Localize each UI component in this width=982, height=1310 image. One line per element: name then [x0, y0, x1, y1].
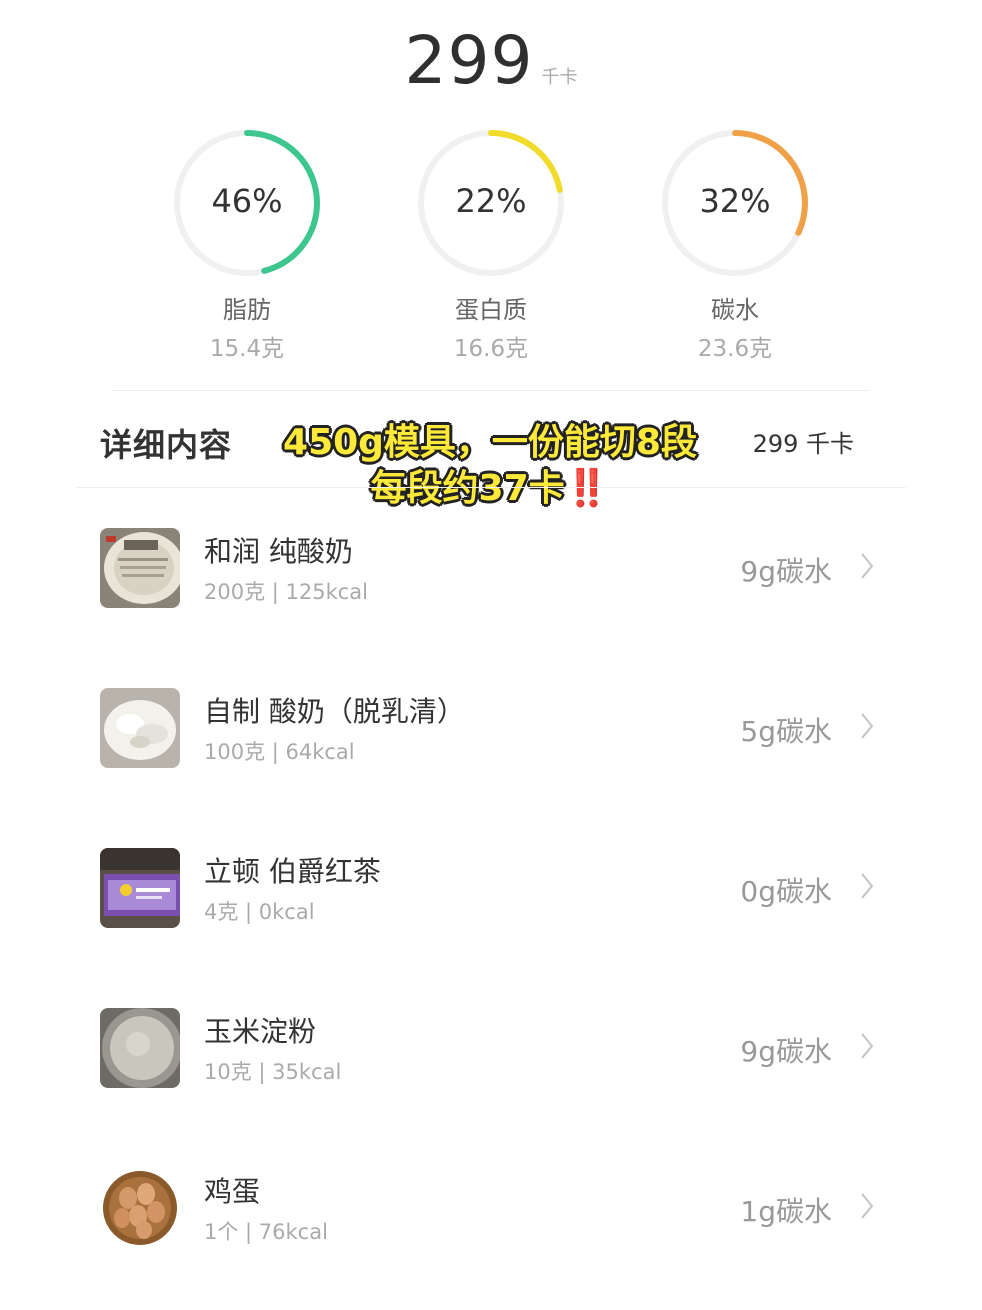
caption-line-1: 450g模具，一份能切8段 [283, 422, 697, 463]
chevron-right-icon [861, 873, 874, 899]
caption-line-2: 每段约37卡 [370, 468, 565, 509]
food-item-amount: 10克 | 35kcal [204, 1060, 342, 1084]
yogurt-cup-image [100, 528, 180, 608]
macro-fat-percent: 46% [211, 182, 283, 220]
chevron-right-icon [861, 1193, 874, 1219]
total-calories-unit: 千卡 [541, 67, 578, 88]
food-item-corn-starch[interactable]: 玉米淀粉 10克 | 35kcal 9g碳水 [100, 1008, 880, 1088]
food-item-homemade-yogurt[interactable]: 自制 酸奶（脱乳清） 100克 | 64kcal 5g碳水 [100, 688, 880, 768]
food-item-carbs: 9g碳水 [740, 1035, 832, 1068]
section-divider [112, 390, 870, 391]
macro-protein-percent: 22% [455, 182, 527, 220]
food-item-carbs: 1g碳水 [740, 1195, 832, 1228]
details-total-calories: 299 千卡 [752, 430, 854, 458]
macro-protein: 22% 蛋白质 16.6克 [416, 128, 566, 363]
food-item-amount: 4克 | 0kcal [204, 900, 315, 924]
corn-starch-image [100, 1008, 180, 1088]
macro-protein-grams: 16.6克 [453, 336, 529, 362]
food-item-carbs: 0g碳水 [740, 875, 832, 908]
food-item-carbs: 9g碳水 [740, 555, 832, 588]
macro-carbs: 32% 碳水 23.6克 [660, 128, 810, 363]
food-item-name: 和润 纯酸奶 [204, 535, 353, 568]
chevron-right-icon [861, 553, 874, 579]
food-item-amount: 1个 | 76kcal [204, 1220, 328, 1244]
chevron-right-icon [861, 1033, 874, 1059]
double-exclamation-icon: ‼️ [564, 468, 610, 509]
food-item-yogurt[interactable]: 和润 纯酸奶 200克 | 125kcal 9g碳水 [100, 528, 880, 608]
macro-fat: 46% 脂肪 15.4克 [172, 128, 322, 363]
caption-overlay: 450g模具，一份能切8段 每段约37卡‼️ [220, 420, 760, 512]
greek-yogurt-image [100, 688, 180, 768]
details-divider [76, 487, 906, 488]
macro-fat-name: 脂肪 [223, 296, 271, 324]
macro-fat-grams: 15.4克 [209, 336, 285, 362]
food-item-earl-grey-tea[interactable]: 立顿 伯爵红茶 4克 | 0kcal 0g碳水 [100, 848, 880, 928]
total-calories: 299 千卡 [0, 22, 982, 99]
details-title: 详细内容 [100, 426, 233, 464]
tea-box-image [100, 848, 180, 928]
chevron-right-icon [861, 713, 874, 739]
macro-carbs-name: 碳水 [711, 296, 759, 324]
macro-carbs-percent: 32% [699, 182, 771, 220]
food-item-name: 鸡蛋 [204, 1175, 261, 1208]
total-calories-value: 299 [404, 22, 534, 99]
eggs-basket-image [100, 1168, 180, 1248]
food-item-egg[interactable]: 鸡蛋 1个 | 76kcal 1g碳水 [100, 1168, 880, 1248]
food-item-amount: 100克 | 64kcal [204, 740, 355, 764]
food-item-name: 玉米淀粉 [204, 1015, 317, 1048]
food-item-name: 立顿 伯爵红茶 [204, 855, 381, 888]
macro-protein-name: 蛋白质 [455, 296, 527, 324]
food-item-name: 自制 酸奶（脱乳清） [204, 695, 465, 728]
food-item-carbs: 5g碳水 [740, 715, 832, 748]
food-item-amount: 200克 | 125kcal [204, 580, 369, 604]
macro-carbs-grams: 23.6克 [697, 336, 773, 362]
